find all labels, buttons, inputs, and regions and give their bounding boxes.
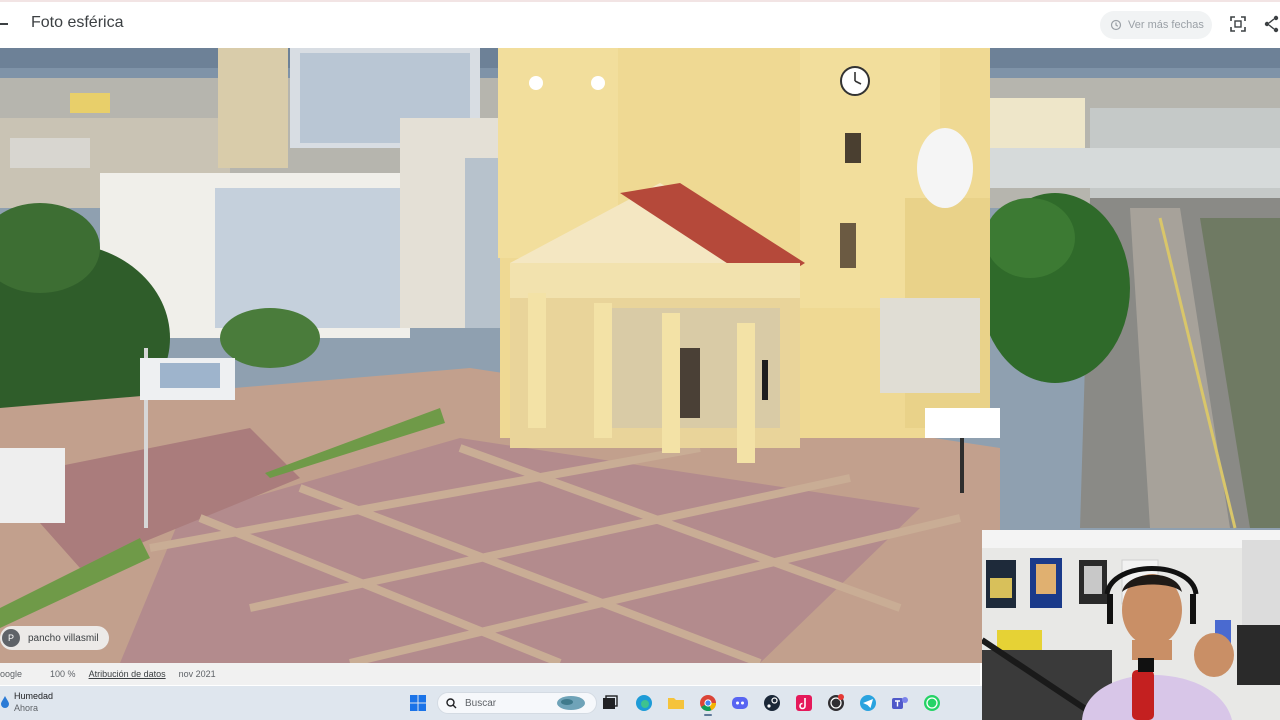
windows-start-icon[interactable] xyxy=(408,693,428,713)
author-name: pancho villasmil xyxy=(28,632,99,644)
zoom-level: 100 % xyxy=(50,669,76,679)
weather-subtitle: Ahora xyxy=(14,703,39,713)
discord-icon[interactable] xyxy=(730,693,750,713)
attribution-bar: oogle 100 % Atribución de datos nov 2021 xyxy=(0,663,980,685)
search-placeholder: Buscar xyxy=(465,697,497,709)
taskbar-search-box[interactable]: Buscar xyxy=(437,692,597,714)
more-dates-button[interactable]: Ver más fechas xyxy=(1100,11,1212,39)
back-arrow-icon[interactable] xyxy=(0,14,10,34)
task-view-icon[interactable] xyxy=(600,693,620,713)
edge-icon[interactable] xyxy=(634,693,654,713)
chrome-icon[interactable] xyxy=(698,693,718,713)
tiktok-icon[interactable] xyxy=(794,693,814,713)
top-accent-line xyxy=(0,0,1280,2)
telegram-icon[interactable] xyxy=(858,693,878,713)
page-title: Foto esférica xyxy=(31,14,124,31)
streamer-webcam-overlay xyxy=(982,530,1280,720)
steam-icon[interactable] xyxy=(762,693,782,713)
humidity-drop-icon xyxy=(1,696,9,708)
author-avatar: P xyxy=(2,629,20,647)
search-icon xyxy=(446,697,457,708)
obs-icon[interactable] xyxy=(826,693,846,713)
top-bar: Foto esférica Ver más fechas xyxy=(0,0,1280,48)
data-attribution-link[interactable]: Atribución de datos xyxy=(89,669,166,679)
more-dates-label: Ver más fechas xyxy=(1128,19,1204,31)
whatsapp-icon[interactable] xyxy=(922,693,942,713)
capture-date: nov 2021 xyxy=(178,669,216,679)
share-icon[interactable] xyxy=(1262,14,1280,34)
fullscreen-icon[interactable] xyxy=(1228,14,1248,34)
file-explorer-icon[interactable] xyxy=(666,693,686,713)
chrome-active-indicator xyxy=(704,714,712,716)
teams-icon[interactable] xyxy=(890,693,910,713)
author-chip[interactable]: P pancho villasmil xyxy=(0,626,109,650)
search-highlight-icon xyxy=(557,696,586,710)
weather-title[interactable]: Humedad xyxy=(14,691,53,701)
history-icon xyxy=(1110,19,1122,31)
webcam-video-image xyxy=(982,530,1280,720)
provider-logo-text: oogle xyxy=(0,669,23,679)
